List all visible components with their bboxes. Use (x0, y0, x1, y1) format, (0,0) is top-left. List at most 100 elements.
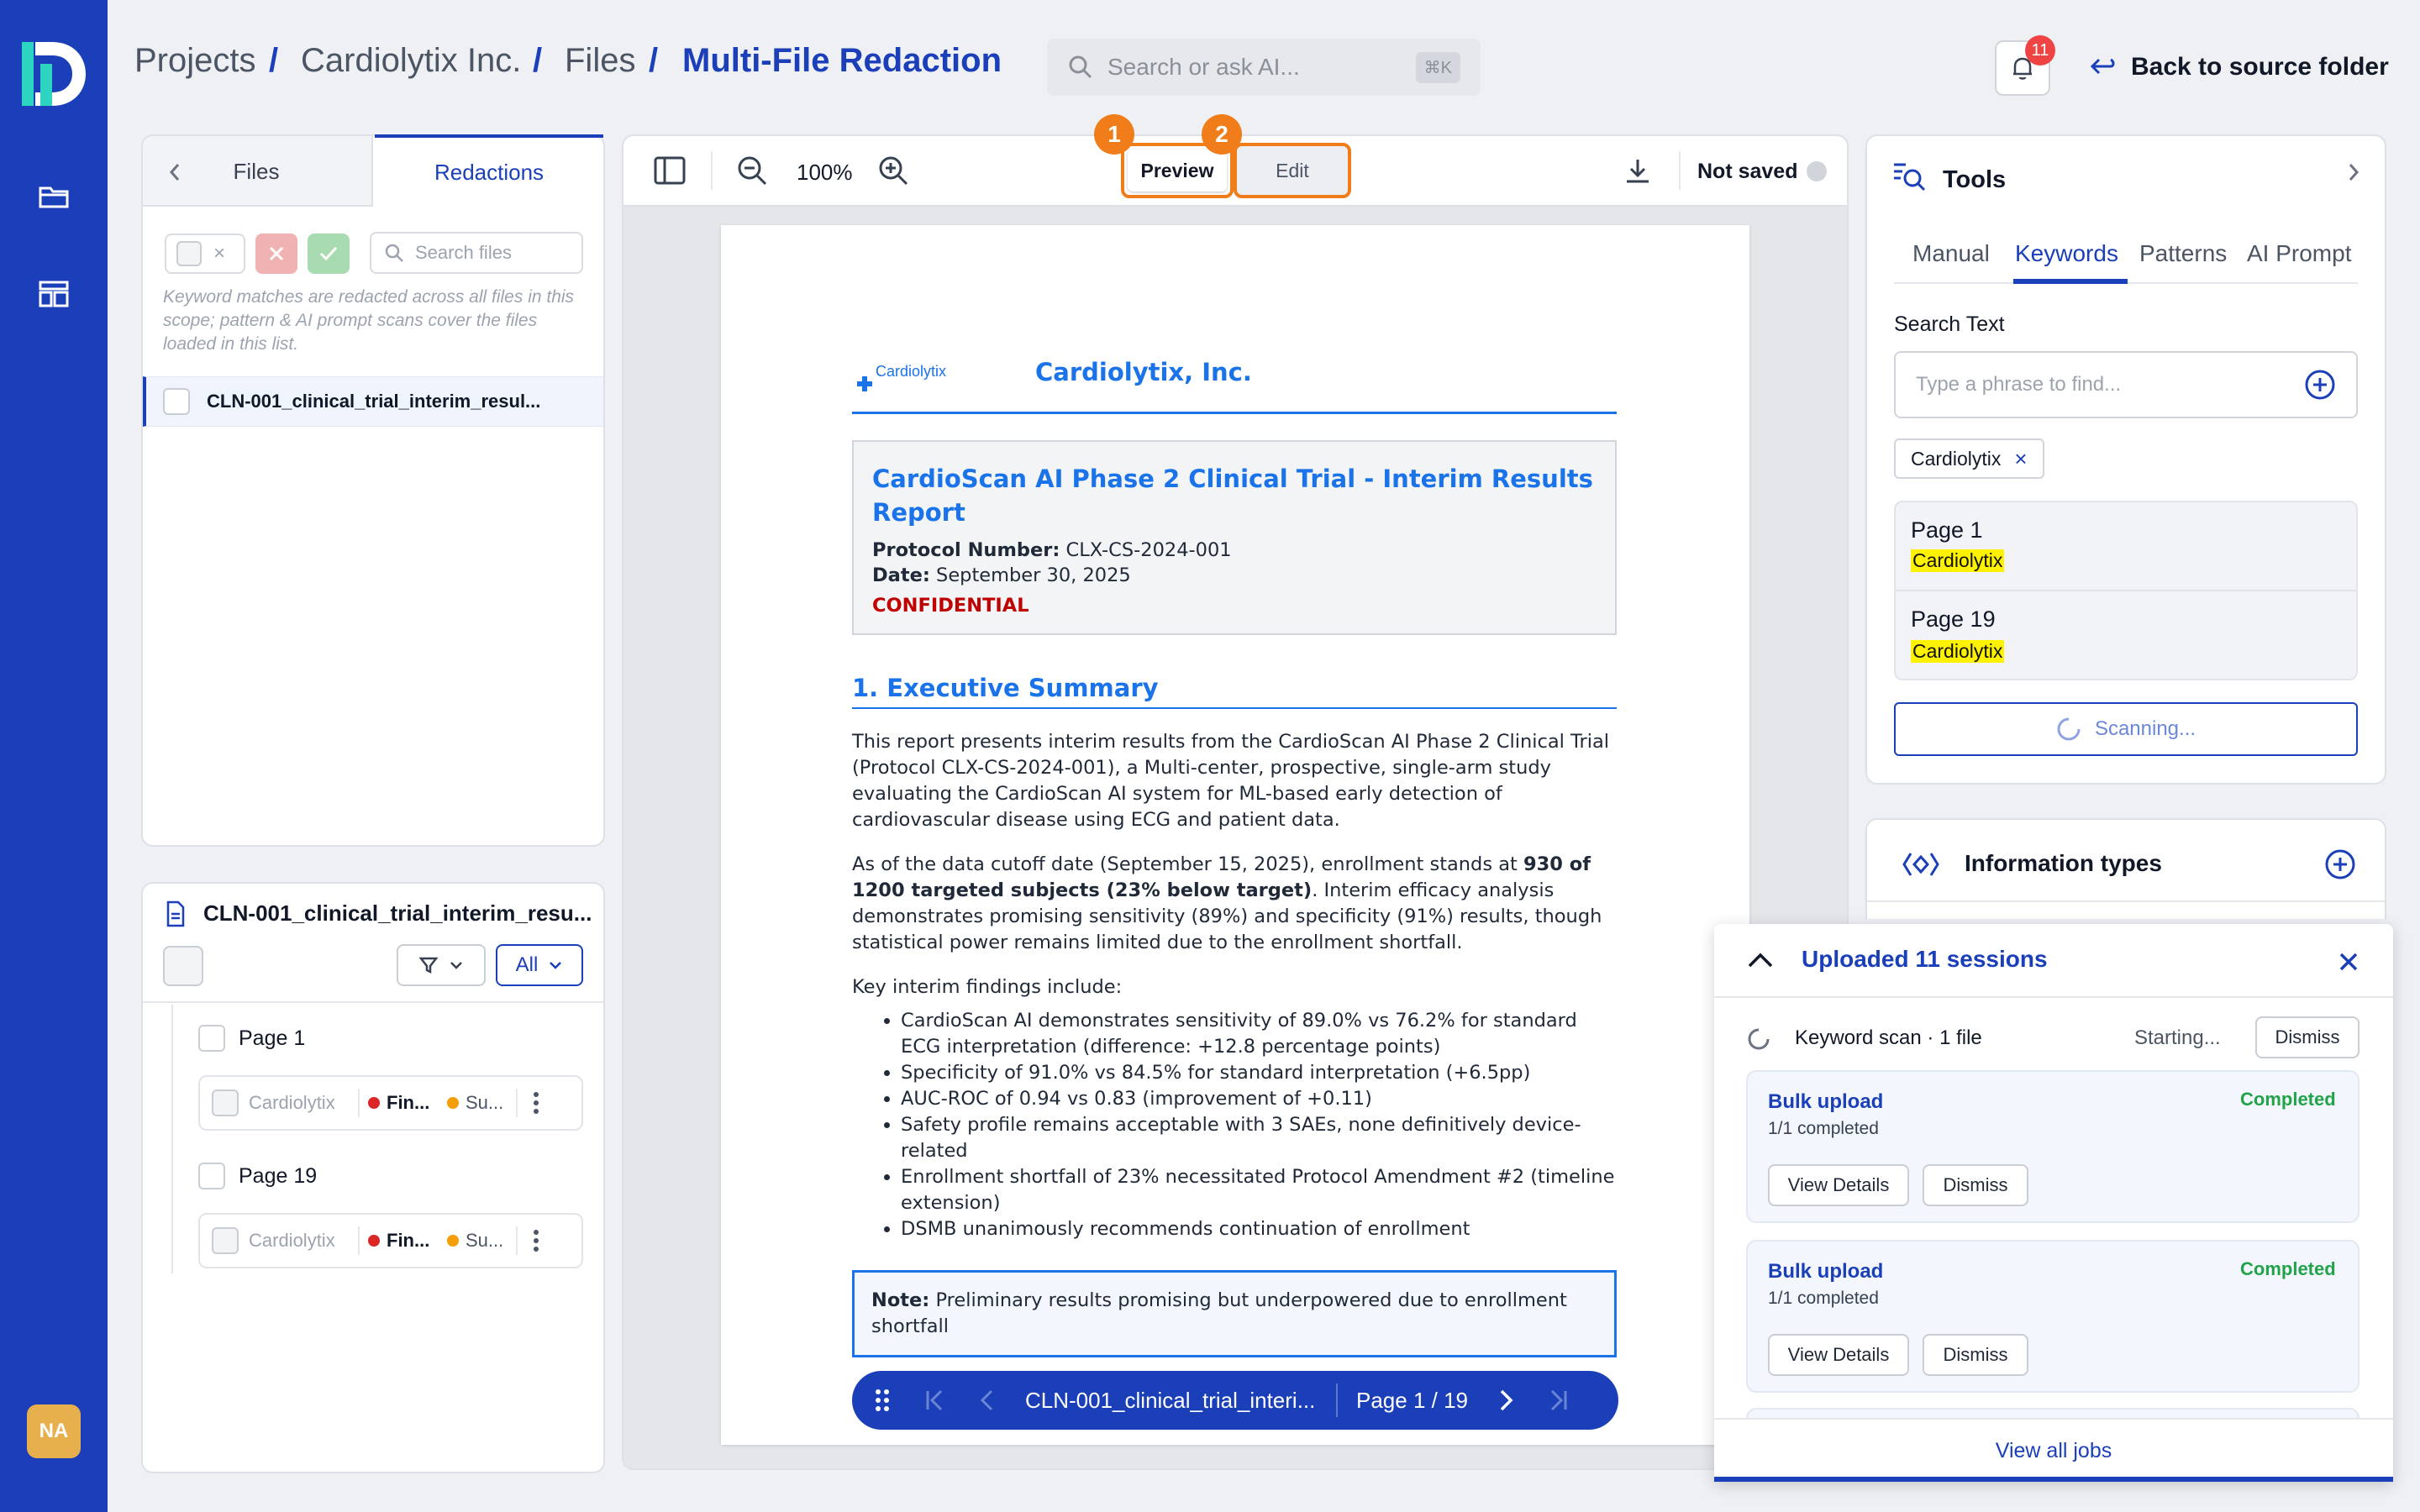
page-checkbox[interactable] (198, 1025, 225, 1052)
clear-icon[interactable]: × (213, 242, 225, 265)
tab-files[interactable]: Files (202, 136, 311, 207)
tab-ai-prompt[interactable]: AI Prompt (2247, 240, 2351, 267)
header-rule (852, 412, 1617, 414)
filter-dropdown[interactable] (397, 944, 486, 986)
select-all-control[interactable]: × (165, 234, 245, 274)
last-page-icon[interactable] (1549, 1388, 1569, 1413)
breadcrumb-files[interactable]: Files (565, 42, 635, 80)
view-details-button[interactable]: View Details (1768, 1164, 1909, 1206)
divider (358, 1226, 360, 1255)
download-icon[interactable] (1623, 156, 1652, 185)
result-page: Page 1 (1911, 517, 1983, 543)
scanning-button[interactable]: Scanning... (1894, 702, 2358, 756)
remove-keyword-icon[interactable]: × (2014, 446, 2027, 472)
chevron-right-icon[interactable] (2346, 161, 2361, 183)
breadcrumb-separator: / (533, 42, 543, 79)
layout-icon[interactable] (37, 277, 71, 311)
finding-item: Specificity of 91.0% vs 84.5% for standa… (901, 1060, 1617, 1086)
dismiss-job-button[interactable]: Dismiss (1923, 1334, 2028, 1376)
chevron-up-icon[interactable] (1746, 951, 1775, 969)
file-list-item[interactable]: CLN-001_clinical_trial_interim_resul... (143, 376, 603, 427)
view-all-jobs-link[interactable]: View all jobs (1714, 1418, 2393, 1482)
approve-all-button[interactable] (308, 234, 350, 274)
preview-toggle[interactable]: Preview (1128, 150, 1227, 192)
edit-toggle[interactable]: Edit (1234, 143, 1351, 198)
confidential-label: CONFIDENTIAL (872, 595, 1029, 617)
scope-filter-label: All (515, 953, 539, 976)
file-search-input[interactable]: Search files (370, 232, 583, 274)
back-to-source-button[interactable]: Back to source folder (2089, 49, 2389, 86)
note-text: Preliminary results promising but underp… (871, 1289, 1567, 1337)
tab-redactions[interactable]: Redactions (375, 134, 603, 207)
file-checkbox[interactable] (163, 388, 190, 415)
app-logo-icon[interactable] (20, 39, 87, 109)
select-all-checkbox[interactable] (176, 241, 202, 266)
section-rule (852, 707, 1617, 709)
breadcrumb-projects[interactable]: Projects (134, 42, 256, 80)
select-all-pages-checkbox[interactable] (163, 946, 203, 986)
job-status: Completed (2240, 1089, 2336, 1110)
reject-all-button[interactable] (255, 234, 297, 274)
tab-keywords[interactable]: Keywords (2015, 240, 2118, 267)
result-match: Cardiolytix (1911, 549, 2005, 572)
first-page-icon[interactable] (924, 1388, 944, 1413)
status-dot (447, 1097, 459, 1109)
sidebar-toggle-icon[interactable] (654, 156, 686, 185)
breadcrumb-client[interactable]: Cardiolytix Inc. (301, 42, 521, 80)
redaction-row[interactable]: Cardiolytix Fin... Su... (198, 1075, 583, 1131)
keyword-result-item[interactable]: Page 19 Cardiolytix (1896, 593, 2356, 679)
tab-manual[interactable]: Manual (1912, 240, 1990, 267)
dismiss-job-button[interactable]: Dismiss (1923, 1164, 2028, 1206)
breadcrumb-separator: / (269, 42, 279, 79)
redaction-status: Su... (466, 1092, 504, 1113)
chevron-left-icon[interactable] (165, 160, 185, 185)
add-keyword-icon[interactable] (2304, 369, 2336, 401)
global-search-input[interactable]: Search or ask AI... ⌘K (1047, 39, 1481, 96)
more-icon[interactable] (533, 1091, 539, 1115)
document-page: Cardiolytix Cardiolytix, Inc. CardioScan… (721, 225, 1749, 1445)
divider (1714, 996, 2393, 998)
keyword-chip: Cardiolytix × (1894, 438, 2044, 479)
next-page-icon[interactable] (1498, 1388, 1515, 1413)
redaction-row[interactable]: Cardiolytix Fin... Su... (198, 1213, 583, 1268)
view-details-button[interactable]: View Details (1768, 1334, 1909, 1376)
previous-page-icon[interactable] (978, 1388, 995, 1413)
more-icon[interactable] (533, 1229, 539, 1252)
redaction-type: Fin... (387, 1230, 430, 1251)
zoom-in-icon[interactable] (877, 155, 909, 186)
folder-icon[interactable] (37, 180, 71, 213)
finding-item: Enrollment shortfall of 23% necessitated… (901, 1164, 1617, 1216)
keyword-search-placeholder: Type a phrase to find... (1916, 373, 2122, 396)
keyword-result-item[interactable]: Page 1 Cardiolytix (1896, 502, 2356, 591)
x-icon (269, 246, 284, 261)
note-box: Note: Preliminary results promising but … (852, 1270, 1617, 1357)
close-icon[interactable] (2338, 951, 2360, 973)
scope-filter-select[interactable]: All (496, 944, 583, 986)
spinner-icon (1748, 1028, 1770, 1050)
protocol-line: Protocol Number: CLX-CS-2024-001 (872, 538, 1232, 564)
redaction-term: Cardiolytix (249, 1230, 335, 1251)
zoom-level: 100% (797, 160, 853, 185)
spinner-icon (2057, 717, 2081, 741)
user-avatar[interactable]: NA (27, 1404, 81, 1458)
shortcut-hint: ⌘K (1415, 51, 1460, 83)
active-tab-indicator (2013, 279, 2128, 284)
return-arrow-icon (2090, 58, 2115, 75)
page-checkbox[interactable] (198, 1163, 225, 1189)
report-title-box: CardioScan AI Phase 2 Clinical Trial - I… (852, 440, 1617, 635)
zoom-out-icon[interactable] (736, 155, 768, 186)
tab-patterns[interactable]: Patterns (2139, 240, 2227, 267)
dismiss-scan-button[interactable]: Dismiss (2255, 1016, 2360, 1058)
page-label: Page 1 (239, 1026, 306, 1050)
job-card: Bulk upload 1/1 completed Completed View… (1746, 1070, 2360, 1223)
keyword-search-input[interactable]: Type a phrase to find... (1894, 351, 2358, 418)
drag-handle-icon[interactable] (874, 1388, 891, 1413)
divider (711, 151, 713, 190)
redaction-checkbox[interactable] (212, 1227, 239, 1254)
chevron-down-icon (550, 962, 562, 969)
divider (1679, 151, 1681, 190)
keyword-results-list: Page 1 Cardiolytix Page 19 Cardiolytix (1894, 501, 2358, 680)
add-info-type-icon[interactable] (2324, 848, 2356, 880)
redaction-checkbox[interactable] (212, 1089, 239, 1116)
filter-icon (418, 957, 439, 974)
